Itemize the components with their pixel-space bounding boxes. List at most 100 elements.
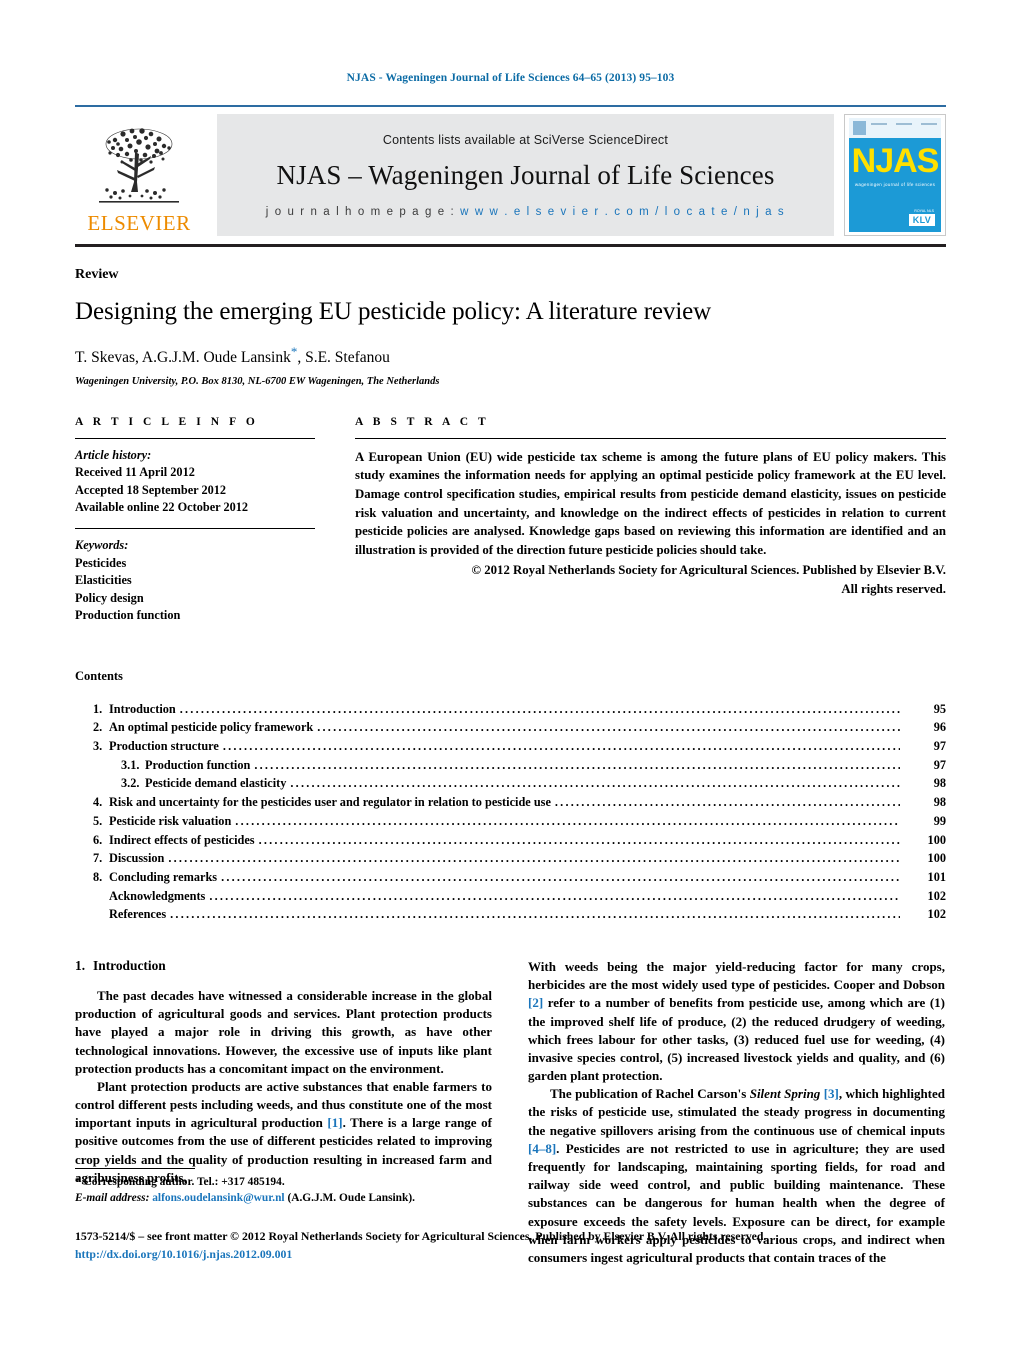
toc-item-page: 100 xyxy=(927,832,946,847)
section-1-title: Introduction xyxy=(93,957,166,973)
toc-item-number: 6. xyxy=(93,832,103,847)
toc-item-label[interactable]: Pesticide risk valuation xyxy=(109,812,235,831)
citation-ref-1[interactable]: [1] xyxy=(327,1115,342,1130)
toc-row[interactable]: 5. Pesticide risk valuation..............… xyxy=(75,812,946,831)
toc-row[interactable]: 8. Concluding remarks....................… xyxy=(75,868,946,887)
toc-item-page: 99 xyxy=(933,813,946,828)
keyword-item: Production function xyxy=(75,608,181,623)
toc-item-number: 3. xyxy=(93,739,103,754)
toc-item-label[interactable]: Acknowledgments xyxy=(109,887,209,906)
footnote-rule xyxy=(75,1168,195,1169)
authors-text: T. Skevas, A.G.J.M. Oude Lansink xyxy=(75,348,291,366)
toc-row[interactable]: 7. Discussion............................… xyxy=(75,849,946,868)
running-head: NJAS - Wageningen Journal of Life Scienc… xyxy=(346,72,675,84)
footer-copyright: 1573-5214/$ – see front matter © 2012 Ro… xyxy=(75,1229,767,1243)
homepage-url-link[interactable]: w w w . e l s e v i e r . c o m / l o c … xyxy=(460,206,785,218)
contents-available-line: Contents lists available at SciVerse Sci… xyxy=(382,132,669,147)
toc-item-page: 98 xyxy=(933,776,946,791)
toc-row[interactable]: 6. Indirect effects of pesticides........… xyxy=(75,831,946,850)
toc-row[interactable]: 2. An optimal pesticide policy framework.… xyxy=(75,718,946,737)
toc-item-label[interactable]: Discussion xyxy=(109,849,168,868)
toc-row[interactable]: Acknowledgments.........................… xyxy=(75,887,946,906)
elsevier-tree-icon xyxy=(99,128,179,203)
abstract-body: A European Union (EU) wide pesticide tax… xyxy=(355,449,946,558)
toc-item-label[interactable]: Introduction xyxy=(109,700,180,719)
email-link[interactable]: alfons.oudelansink@wur.nl xyxy=(152,1192,284,1204)
toc-item-page: 100 xyxy=(927,851,946,866)
toc-row[interactable]: 4. Risk and uncertainty for the pesticide… xyxy=(75,793,946,812)
citation-ref-2[interactable]: [2] xyxy=(528,995,543,1010)
journal-info-panel: Contents lists available at SciVerse Sci… xyxy=(217,114,834,236)
toc-item-label[interactable]: Production function xyxy=(145,756,254,775)
toc-item-label[interactable]: Pesticide demand elasticity xyxy=(145,774,290,793)
toc-item-number: 4. xyxy=(93,795,103,810)
body-columns: 1. Introduction The past decades have wit… xyxy=(75,958,946,1267)
paragraph: The past decades have witnessed a consid… xyxy=(75,987,492,1076)
cover-header-dashes xyxy=(871,123,937,125)
article-info-rule-mid xyxy=(75,528,315,530)
toc-leader-dots: ........................................… xyxy=(209,889,900,902)
toc-leader-dots: ........................................… xyxy=(290,777,900,790)
article-available-date: Available online 22 October 2012 xyxy=(75,500,249,515)
footnote-block: * Corresponding author. Tel.: +317 48519… xyxy=(75,1168,492,1206)
toc-leader-dots: ........................................… xyxy=(317,721,900,734)
toc-leader-dots: ........................................… xyxy=(168,852,900,865)
toc-item-label[interactable]: Risk and uncertainty for the pesticides … xyxy=(109,793,555,812)
journal-homepage-line: j o u r n a l h o m e p a g e : w w w . … xyxy=(266,206,786,218)
toc-row[interactable]: 3.1. Production function.................… xyxy=(75,756,946,775)
section-1-number: 1. xyxy=(75,957,86,973)
article-info-column: A R T I C L E I N F O Article history: R… xyxy=(75,416,315,625)
body-column-left: 1. Introduction The past decades have wit… xyxy=(75,958,492,1267)
toc-row[interactable]: 3.2. Pesticide demand elasticity.........… xyxy=(75,774,946,793)
affiliation: Wageningen University, P.O. Box 8130, NL… xyxy=(75,375,440,387)
toc-leader-dots: ........................................… xyxy=(179,702,900,715)
keywords-label: Keywords: xyxy=(75,538,129,553)
page-title: Designing the emerging EU pesticide poli… xyxy=(75,298,712,325)
book-title-italic: Silent Spring xyxy=(749,1086,821,1102)
toc-row[interactable]: References..............................… xyxy=(75,905,946,924)
toc-item-number: 5. xyxy=(93,813,103,828)
toc-item-number: 3.1. xyxy=(121,757,140,772)
article-history-label: Article history: xyxy=(75,447,152,462)
email-owner: (A.G.J.M. Oude Lansink). xyxy=(284,1191,415,1204)
email-address-label: E-mail address: xyxy=(75,1191,150,1204)
toc-item-label[interactable]: Indirect effects of pesticides xyxy=(109,831,259,850)
corresponding-author-note: * Corresponding author. Tel.: +317 48519… xyxy=(75,1175,492,1206)
toc-leader-dots: ........................................… xyxy=(170,908,900,921)
article-accepted-date: Accepted 18 September 2012 xyxy=(75,482,227,497)
toc-item-page: 98 xyxy=(933,795,946,810)
toc-leader-dots: ........................................… xyxy=(222,740,900,753)
abstract-copyright: © 2012 Royal Netherlands Society for Agr… xyxy=(471,562,946,577)
doi-link[interactable]: http://dx.doi.org/10.1016/j.njas.2012.09… xyxy=(75,1247,946,1262)
toc-item-page: 102 xyxy=(927,888,946,903)
paragraph: With weeds being the major yield-reducin… xyxy=(528,958,945,1085)
toc-item-label[interactable]: An optimal pesticide policy framework xyxy=(109,718,317,737)
toc-item-number: 7. xyxy=(93,851,103,866)
toc-item-page: 102 xyxy=(927,907,946,922)
toc-item-label[interactable]: Production structure xyxy=(109,737,223,756)
toc-item-label[interactable]: Concluding remarks xyxy=(109,868,221,887)
info-abstract-row: A R T I C L E I N F O Article history: R… xyxy=(75,416,946,625)
toc-item-number: 2. xyxy=(93,720,103,735)
citation-ref-3[interactable]: [3] xyxy=(824,1086,839,1101)
toc-item-page: 95 xyxy=(933,701,946,716)
keywords-block: Keywords: Pesticides Elasticities Policy… xyxy=(75,537,315,624)
article-page: NJAS - Wageningen Journal of Life Scienc… xyxy=(0,0,1021,1351)
keyword-item: Pesticides xyxy=(75,555,127,570)
journal-cover-thumbnail[interactable]: NJAS wageningen journal of life sciences… xyxy=(844,114,946,236)
article-received-date: Received 11 April 2012 xyxy=(75,465,195,480)
contents-heading: Contents xyxy=(75,668,123,683)
keyword-item: Policy design xyxy=(75,590,144,605)
article-history-block: Article history: Received 11 April 2012 … xyxy=(75,447,315,517)
toc-leader-dots: ........................................… xyxy=(554,796,900,809)
paragraph-text: refer to a number of benefits from pesti… xyxy=(528,995,945,1084)
cover-subtitle: wageningen journal of life sciences xyxy=(854,182,936,187)
toc-item-page: 97 xyxy=(933,757,946,772)
toc-row[interactable]: 1. Introduction..........................… xyxy=(75,700,946,719)
toc-item-label[interactable]: References xyxy=(109,905,170,924)
cover-elsevier-mark-icon xyxy=(853,121,866,135)
toc-row[interactable]: 3. Production structure..................… xyxy=(75,737,946,756)
elsevier-logo: ELSEVIER xyxy=(75,114,203,236)
citation-ref-4-8[interactable]: [4–8] xyxy=(528,1141,556,1156)
banner-bottom-rule xyxy=(75,244,946,247)
